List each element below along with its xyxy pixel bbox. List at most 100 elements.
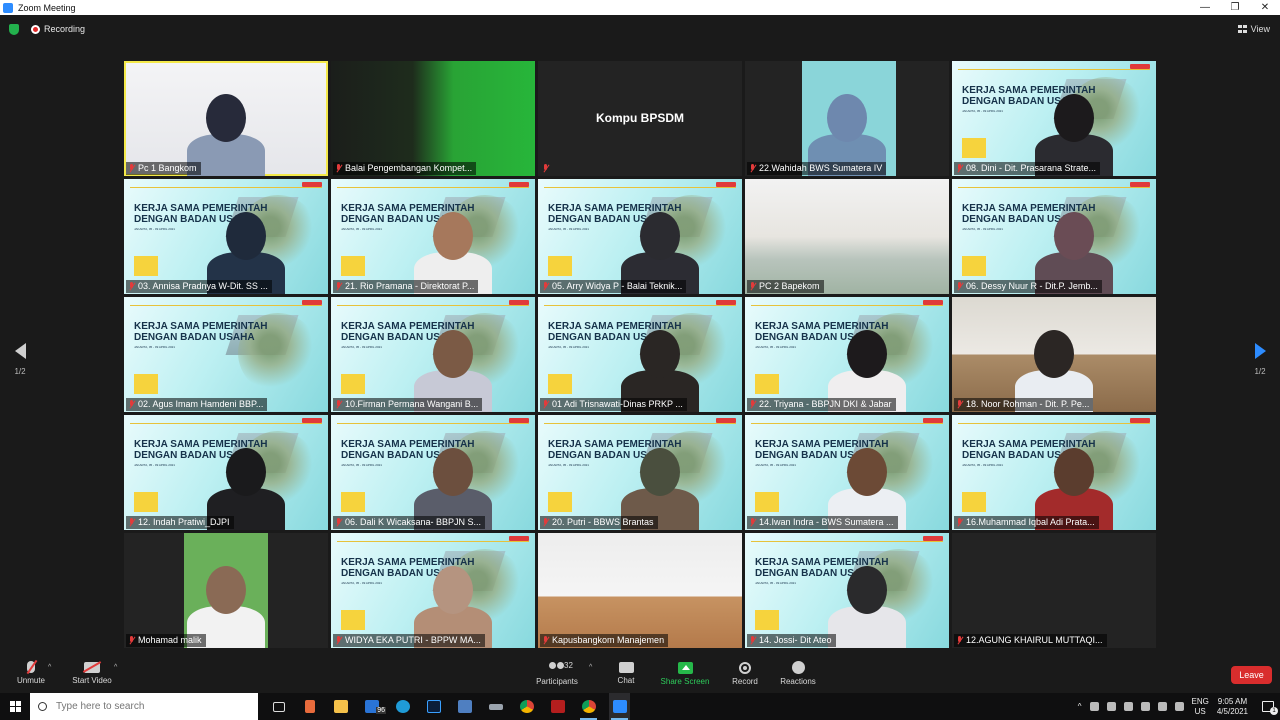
- notification-center-button[interactable]: 1: [1262, 701, 1278, 715]
- video-tile-10-firman-permana-wangani-b[interactable]: KERJA SAMA PEMERINTAH DENGAN BADAN USAHA…: [331, 297, 535, 412]
- taskbar-app-monitor[interactable]: [454, 693, 475, 720]
- slide-date: JAKARTA, 05 - 09 APRIL 2021: [134, 345, 175, 349]
- video-tile-01-adi-trisnawati-dinas-prkp[interactable]: KERJA SAMA PEMERINTAH DENGAN BADAN USAHA…: [538, 297, 742, 412]
- record-button[interactable]: Record: [730, 661, 760, 686]
- video-tile-06-dali-k-wicaksana-bbpjn-s[interactable]: KERJA SAMA PEMERINTAH DENGAN BADAN USAHA…: [331, 415, 535, 530]
- taskbar-app-pen[interactable]: [299, 693, 320, 720]
- taskbar-search[interactable]: [30, 693, 258, 720]
- video-tile-kapusbangkom-manajemen[interactable]: Kapusbangkom Manajemen: [538, 533, 742, 648]
- video-tile-08-dini-dit-prasarana-strate[interactable]: KERJA SAMA PEMERINTAH DENGAN BADAN USAHA…: [952, 61, 1156, 176]
- record-icon: [739, 662, 751, 674]
- participant-name: 02. Agus Imam Hamdeni BBP...: [138, 399, 264, 409]
- video-tile-20-putri-bbws-brantas[interactable]: KERJA SAMA PEMERINTAH DENGAN BADAN USAHA…: [538, 415, 742, 530]
- close-button[interactable]: ✕: [1250, 0, 1280, 15]
- task-view-button[interactable]: [268, 693, 289, 720]
- video-tile-12-agung-khairul-muttaqi[interactable]: 12.AGUNG KHAIRUL MUTTAQI...: [952, 533, 1156, 648]
- participant-head: [847, 330, 887, 378]
- volume-icon[interactable]: [1123, 702, 1133, 711]
- video-options-caret[interactable]: ^: [114, 664, 117, 671]
- taskbar-clock[interactable]: 9:05 AM 4/5/2021: [1217, 697, 1248, 717]
- chat-button[interactable]: Chat: [612, 661, 640, 685]
- muted-mic-icon: [749, 518, 756, 527]
- encryption-shield-icon[interactable]: [9, 23, 19, 35]
- clock-date: 4/5/2021: [1216, 706, 1248, 716]
- start-button[interactable]: [0, 693, 30, 720]
- book-graphic: [134, 492, 158, 512]
- video-tile-14-jossi-dit-ateo[interactable]: KERJA SAMA PEMERINTAH DENGAN BADAN USAHA…: [745, 533, 949, 648]
- video-tile-pc-1-bangkom[interactable]: Pc 1 Bangkom: [124, 61, 328, 176]
- video-tile-16-muhammad-iqbal-adi-prata[interactable]: KERJA SAMA PEMERINTAH DENGAN BADAN USAHA…: [952, 415, 1156, 530]
- pen-app-icon: [304, 700, 315, 713]
- video-tile-05-arry-widya-p-balai-teknik[interactable]: KERJA SAMA PEMERINTAH DENGAN BADAN USAHA…: [538, 179, 742, 294]
- record-label: Record: [732, 677, 758, 686]
- video-tile-03-annisa-pradnya-w-dit-ss[interactable]: KERJA SAMA PEMERINTAH DENGAN BADAN USAHA…: [124, 179, 328, 294]
- taskbar-app-edge[interactable]: [392, 693, 413, 720]
- taskbar-app-chrome[interactable]: [516, 693, 537, 720]
- display-icon[interactable]: [1157, 702, 1167, 711]
- video-tile-widya-eka-putri-bppw-ma[interactable]: KERJA SAMA PEMERINTAH DENGAN BADAN USAHA…: [331, 533, 535, 648]
- participant-count: 32: [564, 661, 573, 670]
- taskbar-app-file-explorer[interactable]: [330, 693, 351, 720]
- taskbar-app-mail[interactable]: 96: [361, 693, 386, 720]
- participant-head: [433, 212, 473, 260]
- maximize-button[interactable]: ❐: [1220, 0, 1250, 15]
- video-tile-02-agus-imam-hamdeni-bbp[interactable]: KERJA SAMA PEMERINTAH DENGAN BADAN USAHA…: [124, 297, 328, 412]
- participant-name: 06. Dali K Wicaksana- BBPJN S...: [345, 517, 482, 527]
- airplane-app-icon: [488, 703, 503, 710]
- slide-date: JAKARTA, 05 - 09 APRIL 2021: [341, 463, 382, 467]
- participant-name: 21. Rio Pramana - Direktorat P...: [345, 281, 475, 291]
- wifi-icon[interactable]: [1174, 702, 1184, 711]
- tray-network-icon[interactable]: [1106, 702, 1116, 711]
- taskbar-app-acrobat[interactable]: [547, 693, 568, 720]
- participant-name-label: Mohamad malik: [126, 634, 206, 647]
- video-tile-balai-pengembangan-kompet[interactable]: Balai Pengembangan Kompet...: [331, 61, 535, 176]
- participant-name-label: 20. Putri - BBWS Brantas: [540, 516, 658, 529]
- search-input[interactable]: [56, 701, 246, 712]
- participant-head: [1054, 212, 1094, 260]
- unmute-button[interactable]: Unmute: [14, 661, 48, 685]
- tray-app-icon[interactable]: [1089, 702, 1099, 711]
- taskbar-app-plane[interactable]: [485, 693, 506, 720]
- taskbar-app-chrome-profile[interactable]: [578, 693, 599, 720]
- language-indicator[interactable]: ENG US: [1192, 697, 1209, 717]
- participant-name: 18. Noor Rohman - Dit. P. Pe...: [966, 399, 1090, 409]
- participant-name: 14. Jossi- Dit Ateo: [759, 635, 832, 645]
- audio-options-caret[interactable]: ^: [48, 664, 51, 671]
- video-tile-22-triyana-bbpjn-dki-jabar[interactable]: KERJA SAMA PEMERINTAH DENGAN BADAN USAHA…: [745, 297, 949, 412]
- participant-name: PC 2 Bapekom: [759, 281, 820, 291]
- previous-page-button[interactable]: 1/2: [8, 343, 32, 376]
- minimize-button[interactable]: —: [1190, 0, 1220, 15]
- video-tile-21-rio-pramana-direktorat-p[interactable]: KERJA SAMA PEMERINTAH DENGAN BADAN USAHA…: [331, 179, 535, 294]
- video-tile-pc-2-bapekom[interactable]: PC 2 Bapekom: [745, 179, 949, 294]
- participant-name: 12.AGUNG KHAIRUL MUTTAQI...: [966, 635, 1103, 645]
- language-code: ENG: [1191, 696, 1209, 706]
- participants-options-caret[interactable]: ^: [589, 664, 592, 671]
- muted-mic-icon: [542, 282, 549, 291]
- muted-mic-icon: [128, 518, 135, 527]
- share-screen-button[interactable]: Share Screen: [660, 661, 710, 686]
- video-tile-kompu-bpsdm[interactable]: Kompu BPSDM: [538, 61, 742, 176]
- taskbar-app-photoshop[interactable]: [423, 693, 444, 720]
- chrome-profile-icon: [581, 700, 596, 713]
- video-tile-12-indah-pratiwi-djpi[interactable]: KERJA SAMA PEMERINTAH DENGAN BADAN USAHA…: [124, 415, 328, 530]
- participant-head: [640, 330, 680, 378]
- video-tile-18-noor-rohman-dit-p-pe[interactable]: 18. Noor Rohman - Dit. P. Pe...: [952, 297, 1156, 412]
- reactions-button[interactable]: Reactions: [780, 661, 816, 686]
- video-tile-14-iwan-indra-bws-sumatera[interactable]: KERJA SAMA PEMERINTAH DENGAN BADAN USAHA…: [745, 415, 949, 530]
- next-page-button[interactable]: 1/2: [1248, 343, 1272, 376]
- chat-label: Chat: [617, 676, 635, 685]
- leave-button[interactable]: Leave: [1231, 666, 1272, 684]
- participant-video: [828, 560, 906, 648]
- video-tile-06-dessy-nuur-r-dit-p-jemb[interactable]: KERJA SAMA PEMERINTAH DENGAN BADAN USAHA…: [952, 179, 1156, 294]
- window-titlebar: Zoom Meeting — ❐ ✕: [0, 0, 1280, 15]
- view-button[interactable]: View: [1237, 24, 1270, 34]
- taskbar-app-zoom[interactable]: [609, 693, 630, 720]
- video-tile-mohamad-malik[interactable]: Mohamad malik: [124, 533, 328, 648]
- start-video-button[interactable]: Start Video: [70, 661, 114, 685]
- tray-overflow-caret[interactable]: ^: [1078, 702, 1082, 711]
- slide-header-line: [544, 418, 736, 424]
- participants-button[interactable]: 32 Participants: [534, 661, 580, 686]
- participant-name-label: 14. Jossi- Dit Ateo: [747, 634, 836, 647]
- dropbox-icon[interactable]: [1140, 702, 1150, 711]
- video-tile-22-wahidah-bws-sumatera-iv[interactable]: 22.Wahidah BWS Sumatera IV: [745, 61, 949, 176]
